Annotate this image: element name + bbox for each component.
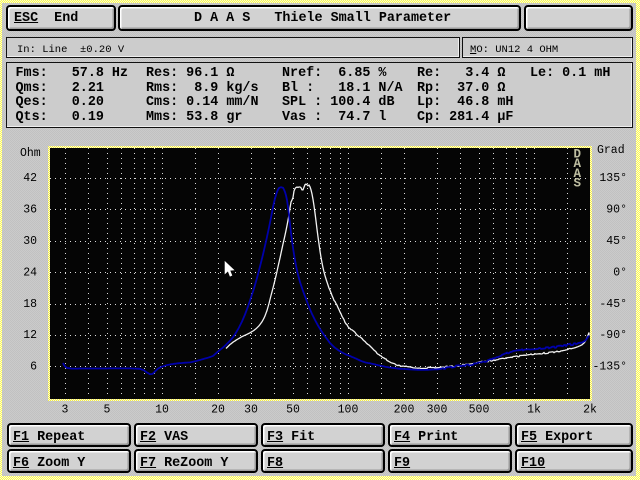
svg-text:24: 24: [23, 266, 37, 279]
svg-text:2k: 2k: [583, 404, 597, 417]
svg-text:200: 200: [394, 404, 415, 417]
svg-text:45°: 45°: [606, 235, 627, 248]
svg-text:Ohm: Ohm: [20, 147, 41, 160]
svg-text:-45°: -45°: [599, 298, 627, 311]
svg-text:S: S: [574, 177, 582, 191]
svg-text:30: 30: [244, 404, 258, 417]
svg-text:0°: 0°: [613, 266, 627, 279]
svg-text:135°: 135°: [599, 172, 627, 185]
svg-text:18: 18: [23, 298, 37, 311]
svg-text:42: 42: [23, 172, 37, 185]
svg-text:12: 12: [23, 329, 37, 342]
svg-text:10: 10: [155, 404, 169, 417]
svg-text:36: 36: [23, 204, 37, 217]
svg-text:-135°: -135°: [592, 361, 627, 374]
svg-text:50: 50: [286, 404, 300, 417]
svg-text:6: 6: [30, 361, 37, 374]
svg-text:90°: 90°: [606, 204, 627, 217]
svg-text:-90°: -90°: [599, 329, 627, 342]
svg-text:500: 500: [469, 404, 490, 417]
svg-text:1k: 1k: [527, 404, 541, 417]
svg-text:Grad: Grad: [597, 144, 625, 157]
svg-text:100: 100: [338, 404, 359, 417]
svg-text:300: 300: [427, 404, 448, 417]
svg-text:5: 5: [104, 404, 111, 417]
svg-text:20: 20: [211, 404, 225, 417]
svg-text:3: 3: [62, 404, 69, 417]
svg-text:30: 30: [23, 235, 37, 248]
